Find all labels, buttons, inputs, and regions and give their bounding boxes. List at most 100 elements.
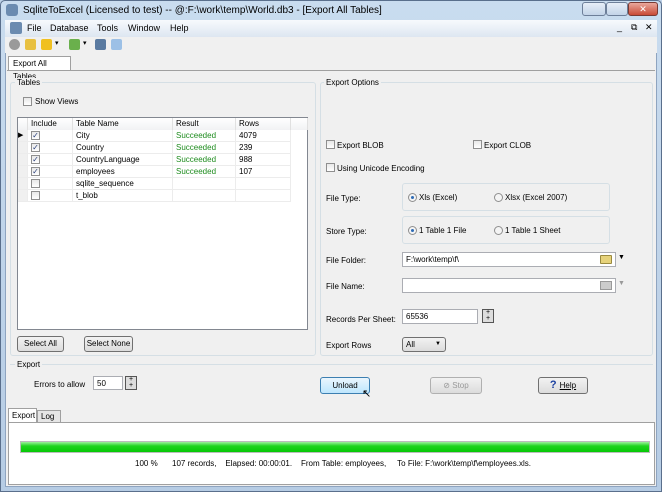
- chevron-down-icon[interactable]: ▾: [55, 39, 59, 47]
- chevron-down-icon: ▼: [435, 341, 441, 347]
- include-checkbox[interactable]: ✓: [31, 167, 40, 176]
- open-file-icon[interactable]: [600, 281, 612, 290]
- mdi-restore-button[interactable]: ⧉: [631, 22, 637, 33]
- export-divider: [10, 364, 653, 365]
- result-cell: Succeeded: [173, 130, 236, 142]
- menu-help[interactable]: Help: [170, 23, 189, 33]
- connect-icon[interactable]: [9, 39, 20, 50]
- menu-window[interactable]: Window: [128, 23, 160, 33]
- export-panel: [8, 422, 655, 485]
- menu-file[interactable]: File: [27, 23, 42, 33]
- result-cell: Succeeded: [173, 154, 236, 166]
- one-file-radio[interactable]: [408, 226, 417, 235]
- minimize-button[interactable]: [582, 2, 606, 16]
- chevron-down-icon[interactable]: ▼: [618, 254, 625, 261]
- include-cell[interactable]: [28, 190, 73, 202]
- xls-radio[interactable]: [408, 193, 417, 202]
- export-clob-checkbox[interactable]: [473, 140, 482, 149]
- chevron-down-icon[interactable]: ▾: [83, 39, 87, 47]
- disconnect-icon[interactable]: [25, 39, 36, 50]
- chevron-down-icon[interactable]: ▼: [618, 280, 625, 287]
- select-none-button[interactable]: Select None: [84, 336, 133, 352]
- database-icon[interactable]: [41, 39, 52, 50]
- result-cell: Succeeded: [173, 166, 236, 178]
- export-icon[interactable]: [95, 39, 106, 50]
- export-blob-checkbox[interactable]: [326, 140, 335, 149]
- include-checkbox[interactable]: [31, 179, 40, 188]
- export-rows-select[interactable]: All ▼: [402, 337, 446, 352]
- file-folder-input[interactable]: F:\work\temp\f\: [402, 252, 616, 267]
- include-checkbox[interactable]: ✓: [31, 155, 40, 164]
- folder-icon[interactable]: [600, 255, 612, 264]
- mdi-close-button[interactable]: ✕: [645, 22, 653, 33]
- row-header[interactable]: [18, 178, 28, 190]
- stop-icon: ⊘: [443, 381, 453, 390]
- records-spinner[interactable]: + +: [482, 309, 494, 323]
- include-checkbox[interactable]: ✓: [31, 131, 40, 140]
- menu-tools[interactable]: Tools: [97, 23, 118, 33]
- store-type-label: Store Type:: [326, 227, 367, 236]
- column-header-rows[interactable]: Rows: [236, 118, 291, 130]
- column-header-filler: [291, 118, 308, 130]
- export-rows-label: Export Rows: [326, 341, 372, 350]
- one-sheet-radio[interactable]: [494, 226, 503, 235]
- help-button[interactable]: ? Help: [538, 377, 588, 394]
- tab-export[interactable]: Export: [8, 408, 37, 423]
- app-icon: [6, 4, 18, 16]
- errors-to-allow-input[interactable]: 50: [93, 376, 123, 390]
- maximize-button[interactable]: [606, 2, 628, 16]
- column-header-table-name[interactable]: Table Name: [73, 118, 173, 130]
- records-per-sheet-input[interactable]: 65536: [402, 309, 478, 324]
- result-cell: [173, 178, 236, 190]
- show-views-checkbox[interactable]: [23, 97, 32, 106]
- close-button[interactable]: ✕: [628, 2, 658, 16]
- include-cell[interactable]: ✓: [28, 130, 73, 142]
- file-type-label: File Type:: [326, 194, 361, 203]
- window-title: SqliteToExcel (Licensed to test) -- @:F:…: [23, 5, 382, 16]
- row-header-corner: [18, 118, 28, 130]
- export-options-label: Export Options: [324, 78, 381, 87]
- table-name-cell: sqlite_sequence: [73, 178, 173, 190]
- show-views-label: Show Views: [35, 97, 79, 106]
- refresh-icon[interactable]: [69, 39, 80, 50]
- select-all-button[interactable]: Select All: [17, 336, 64, 352]
- rows-cell: [236, 178, 291, 190]
- include-cell[interactable]: ✓: [28, 154, 73, 166]
- rows-cell: 988: [236, 154, 291, 166]
- tab-export-all-tables[interactable]: Export All Tables: [8, 56, 71, 81]
- row-header[interactable]: [18, 142, 28, 154]
- progress-fill: [21, 442, 649, 452]
- include-cell[interactable]: ✓: [28, 166, 73, 178]
- row-header[interactable]: ▶: [18, 130, 28, 142]
- file-name-input[interactable]: [402, 278, 616, 293]
- mdi-icon: [10, 22, 22, 34]
- mouse-cursor: ↖: [362, 388, 372, 400]
- errors-to-allow-label: Errors to allow: [34, 380, 86, 389]
- include-checkbox[interactable]: [31, 191, 40, 200]
- row-header[interactable]: [18, 166, 28, 178]
- progress-status: 107 records, Elapsed: 00:00:01. From Tab…: [172, 459, 531, 468]
- file-folder-label: File Folder:: [326, 256, 367, 265]
- stop-button[interactable]: ⊘ Stop: [430, 377, 482, 394]
- include-checkbox[interactable]: ✓: [31, 143, 40, 152]
- xlsx-radio[interactable]: [494, 193, 503, 202]
- include-cell[interactable]: ✓: [28, 142, 73, 154]
- column-header-include[interactable]: Include: [28, 118, 73, 130]
- grid-icon[interactable]: [111, 39, 122, 50]
- rows-cell: 107: [236, 166, 291, 178]
- unicode-checkbox[interactable]: [326, 163, 335, 172]
- result-cell: [173, 190, 236, 202]
- mdi-minimize-button[interactable]: _: [617, 22, 622, 32]
- toolbar: ▾ ▾: [5, 37, 657, 53]
- export-clob-label: Export CLOB: [484, 141, 532, 150]
- progress-percent: 100 %: [135, 459, 158, 468]
- export-group-label: Export: [15, 360, 43, 369]
- stop-label: Stop: [452, 381, 469, 390]
- row-header[interactable]: [18, 190, 28, 202]
- errors-spinner[interactable]: + +: [125, 376, 137, 390]
- column-header-result[interactable]: Result: [173, 118, 236, 130]
- row-header[interactable]: [18, 154, 28, 166]
- include-cell[interactable]: [28, 178, 73, 190]
- tables-grid: Include Table Name Result Rows ▶ ✓ City …: [17, 117, 308, 330]
- menu-database[interactable]: Database: [50, 23, 89, 33]
